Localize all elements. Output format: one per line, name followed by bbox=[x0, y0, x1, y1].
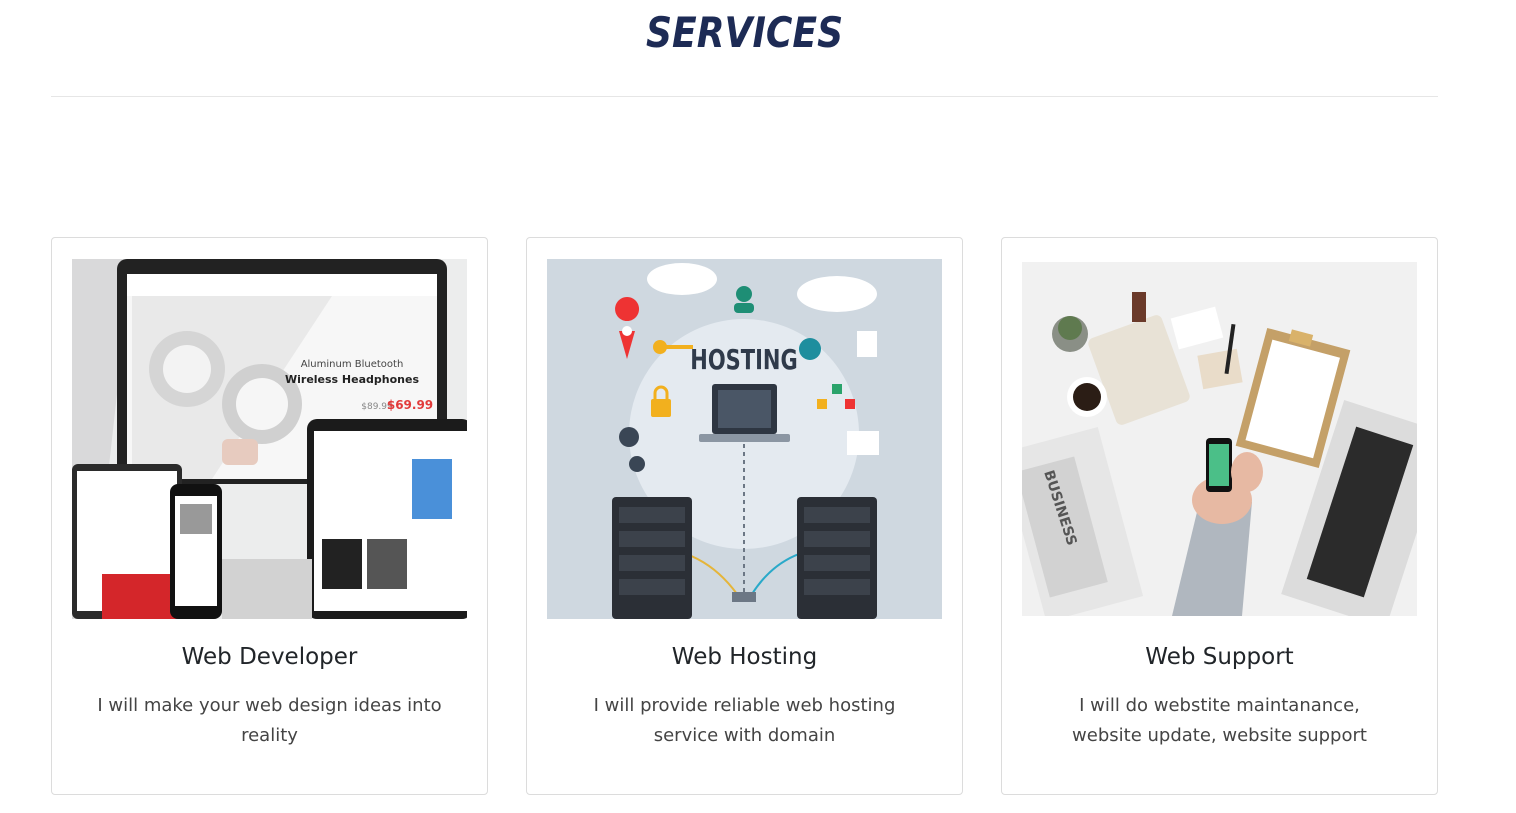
image-hosting-label: HOSTING bbox=[690, 343, 797, 376]
section-divider bbox=[51, 96, 1438, 97]
card-title: Web Developer bbox=[181, 644, 358, 670]
card-text: I will do webstite maintanance, website … bbox=[1072, 695, 1367, 746]
service-card-web-hosting[interactable]: HOSTING Web Hosting I will provide relia… bbox=[526, 237, 963, 795]
service-card-web-developer[interactable]: Aluminum Bluetooth Wireless Headphones $… bbox=[51, 237, 488, 795]
web-developer-image: Aluminum Bluetooth Wireless Headphones $… bbox=[72, 259, 467, 619]
card-text: I will make your web design ideas into r… bbox=[97, 695, 442, 746]
web-hosting-image: HOSTING bbox=[547, 259, 942, 619]
image-price: $69.99 bbox=[387, 398, 433, 412]
card-text: I will provide reliable web hosting serv… bbox=[593, 695, 896, 746]
card-title: Web Hosting bbox=[671, 644, 818, 670]
card-title: Web Support bbox=[1145, 644, 1294, 670]
service-card-web-support[interactable]: BUSINESS Web Support I will do webstite … bbox=[1001, 237, 1438, 795]
image-text-line1: Aluminum Bluetooth bbox=[301, 359, 404, 370]
image-text-line2: Wireless Headphones bbox=[285, 373, 419, 386]
web-support-image: BUSINESS bbox=[1022, 262, 1417, 616]
section-title: SERVICES bbox=[646, 8, 844, 57]
